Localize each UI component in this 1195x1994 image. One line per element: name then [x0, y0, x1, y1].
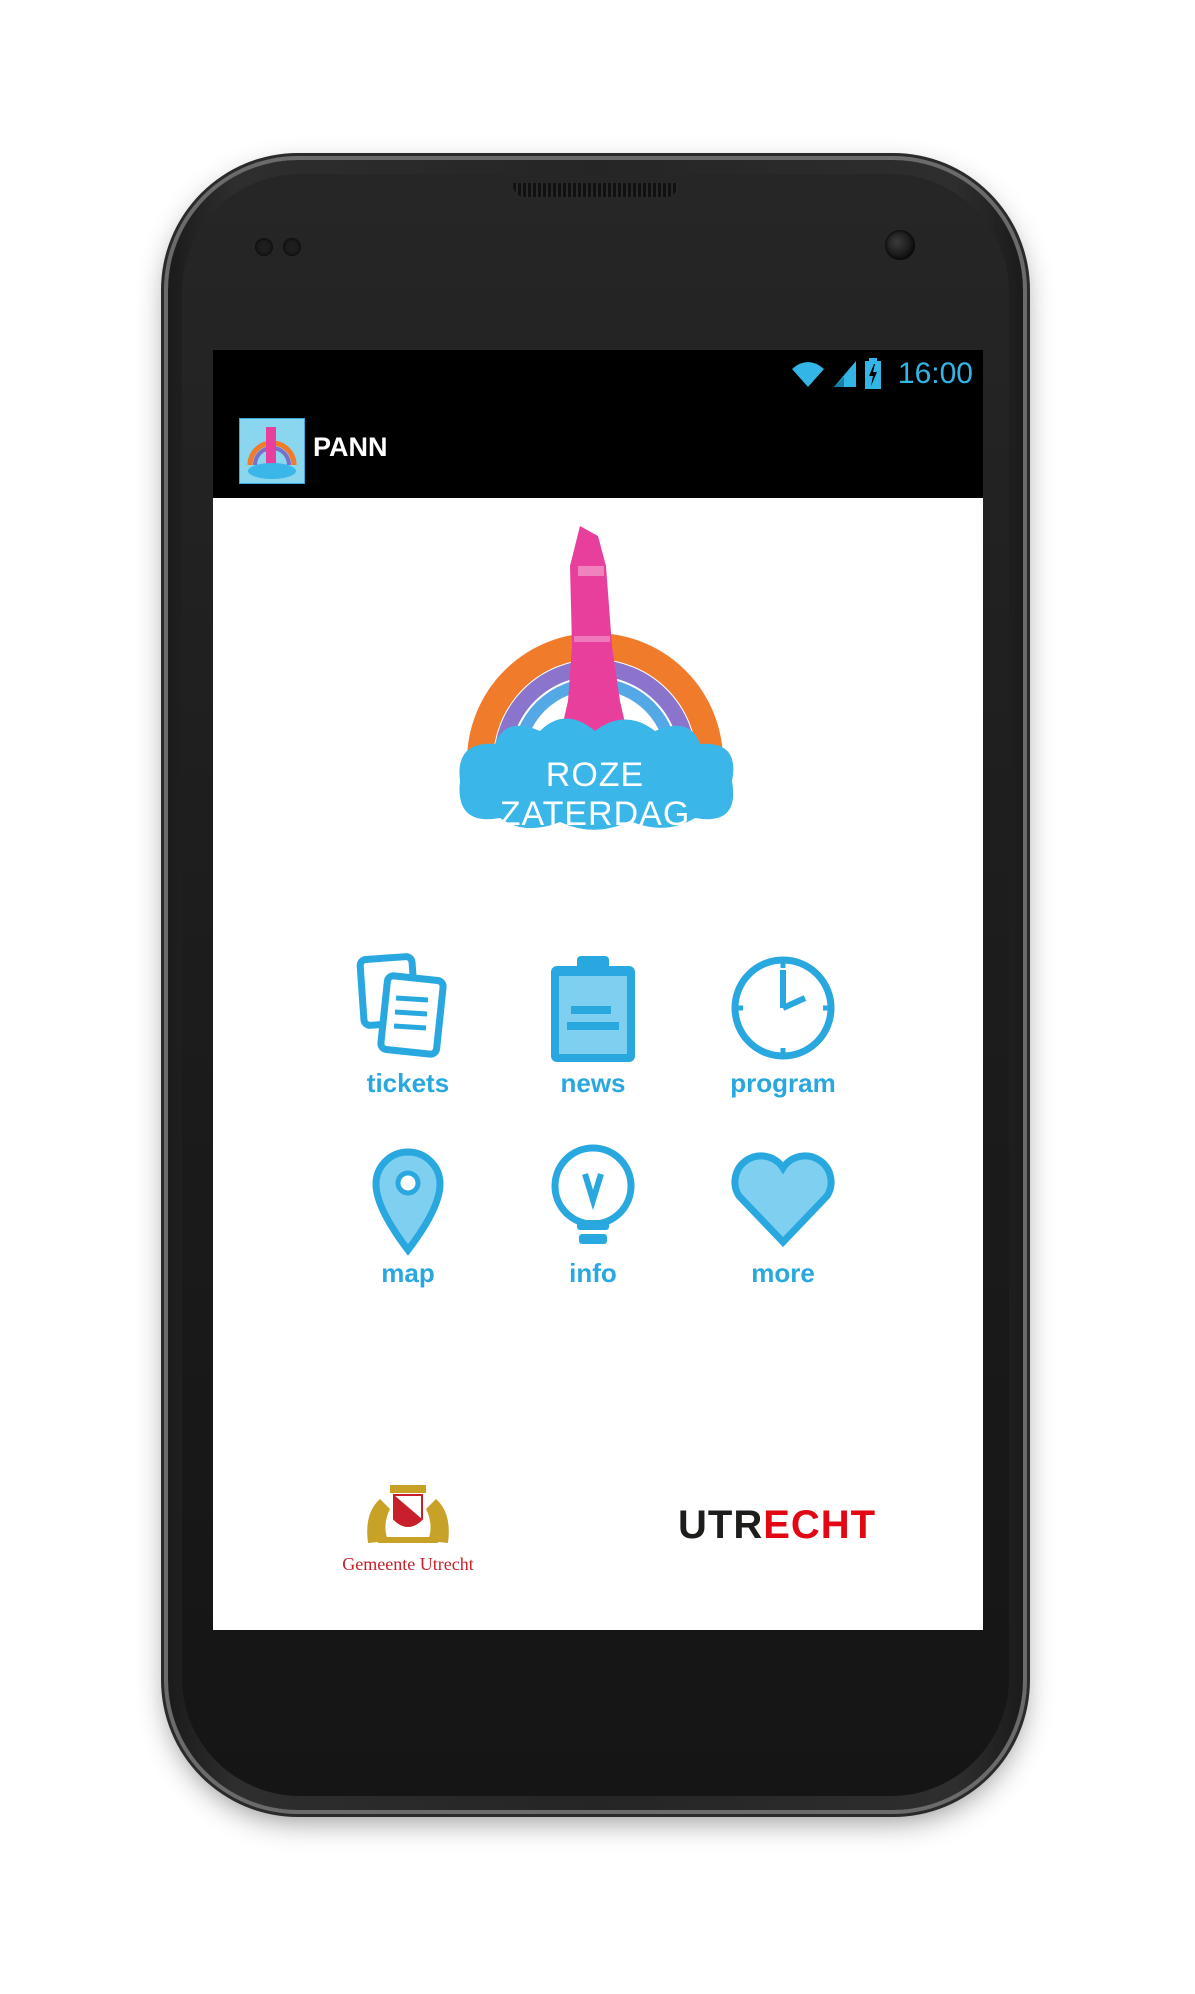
menu-label: tickets	[366, 1068, 450, 1098]
lightbulb-icon	[551, 1144, 635, 1244]
utrecht-text-b: ECHT	[763, 1503, 877, 1547]
battery-charging-icon	[864, 358, 881, 389]
earpiece	[513, 183, 678, 197]
sponsor-gemeente-utrecht[interactable]: Gemeente Utrecht	[323, 1483, 493, 1583]
coat-of-arms-icon	[367, 1485, 449, 1543]
menu-label: info	[569, 1258, 617, 1288]
menu-news[interactable]: news	[518, 948, 668, 1108]
status-icons: 16:00	[790, 357, 973, 391]
menu-map[interactable]: map	[333, 1138, 483, 1298]
app-title: PANN	[313, 432, 388, 462]
menu-label: news	[560, 1068, 626, 1098]
logo-text: ROZE ZATERDAG	[499, 756, 691, 833]
action-bar: PANN	[213, 402, 983, 498]
menu-tickets[interactable]: tickets	[333, 948, 483, 1108]
menu-label: map	[381, 1258, 435, 1288]
status-clock: 16:00	[897, 357, 973, 390]
clock-icon	[731, 956, 835, 1060]
main-content: ROZE ZATERDAG tickets news program map i…	[213, 498, 983, 1630]
menu-label: more	[751, 1258, 815, 1288]
screen: 16:00 PANN ROZE ZATERDAG tickets news pr…	[213, 350, 983, 1630]
signal-icon	[833, 361, 856, 387]
light-sensor	[283, 238, 301, 256]
roze-zaterdag-logo: ROZE ZATERDAG	[450, 526, 740, 836]
menu-label: program	[730, 1068, 836, 1098]
menu-program[interactable]: program	[708, 948, 858, 1108]
clipboard-icon	[551, 956, 635, 1062]
utrecht-text-a: UTR	[678, 1503, 764, 1547]
menu-info[interactable]: info	[518, 1138, 668, 1298]
proximity-sensor	[255, 238, 273, 256]
sponsor-utrecht-logo[interactable]: UTRECHT	[678, 1503, 876, 1548]
gemeente-label: Gemeente Utrecht	[342, 1554, 474, 1574]
front-camera	[885, 230, 915, 260]
app-icon[interactable]	[239, 418, 305, 484]
tickets-icon	[356, 953, 447, 1058]
map-pin-icon	[372, 1148, 444, 1256]
wifi-icon	[791, 362, 824, 387]
app-logo-icon	[240, 419, 304, 483]
menu-more[interactable]: more	[708, 1138, 858, 1298]
status-bar: 16:00	[213, 350, 983, 402]
heart-icon	[731, 1152, 835, 1248]
